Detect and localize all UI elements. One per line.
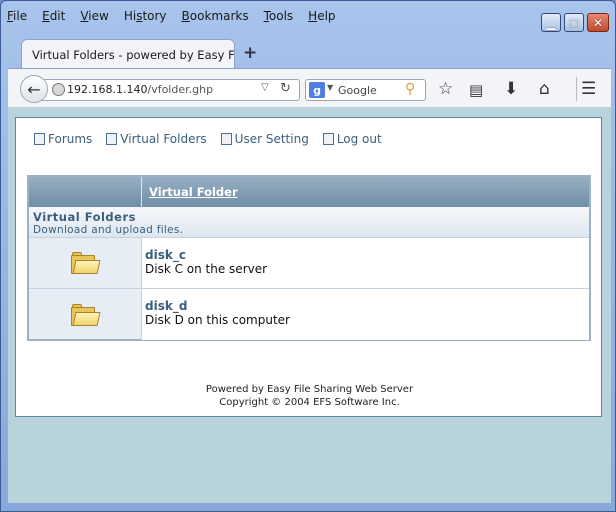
back-button[interactable]: ←	[20, 75, 48, 103]
home-icon[interactable]: ⌂	[539, 79, 550, 99]
close-button[interactable]: ✕	[587, 13, 609, 32]
row-text-cell: disk_c Disk C on the server	[142, 238, 589, 288]
folders-icon	[106, 133, 118, 145]
folder-link-disk-c[interactable]: disk_c	[145, 248, 589, 262]
page-panel: Forums Virtual Folders User Setting Log …	[15, 117, 602, 417]
url-dropdown-icon[interactable]: ▽	[261, 82, 269, 93]
table-row: disk_d Disk D on this computer	[29, 289, 589, 340]
virtual-folder-table: Virtual Folder Virtual Folders Download …	[27, 175, 591, 341]
globe-icon	[52, 83, 65, 96]
hamburger-menu-icon[interactable]: ☰	[581, 79, 596, 99]
magnifier-icon[interactable]: ⚲	[405, 81, 415, 97]
link-forums-label: Forums	[48, 132, 93, 146]
section-subtitle: Download and upload files.	[33, 224, 184, 236]
folder-icon-cell	[29, 289, 142, 340]
menu-view[interactable]: View	[80, 9, 108, 29]
link-virtual-folders-label: Virtual Folders	[120, 132, 207, 146]
menu-tools[interactable]: Tools	[264, 9, 294, 29]
user-icon	[220, 133, 232, 145]
folder-icon[interactable]	[71, 303, 101, 326]
menu-help[interactable]: Help	[308, 9, 335, 29]
top-links: Forums Virtual Folders User Setting Log …	[34, 132, 396, 146]
browser-tab[interactable]: Virtual Folders - powered by Easy File .…	[21, 39, 235, 69]
search-engine-dropdown-icon[interactable]: ▼	[327, 83, 333, 92]
close-icon: ✕	[592, 15, 604, 30]
bookmark-star-icon[interactable]: ☆	[438, 79, 453, 99]
forums-icon	[34, 133, 45, 145]
menu-file[interactable]: File	[7, 9, 27, 29]
footer-powered-by: Powered by Easy File Sharing Web Server	[205, 384, 414, 395]
folder-description: Disk C on the server	[145, 262, 268, 276]
url-host: 192.168.1.140	[67, 83, 148, 96]
search-placeholder: Google	[338, 84, 377, 97]
menu-bookmarks[interactable]: Bookmarks	[182, 9, 249, 29]
download-icon[interactable]: ⬇	[504, 79, 518, 99]
navigation-toolbar: ← 192.168.1.140/vfolder.ghp ▽ ↻ g ▼ Goog…	[8, 68, 611, 107]
toolbar-separator	[576, 77, 577, 101]
reload-icon[interactable]: ↻	[280, 81, 291, 96]
link-user-setting-label: User Setting	[234, 132, 309, 146]
browser-window: File Edit View History Bookmarks Tools H…	[0, 0, 616, 512]
bookmarks-list-icon[interactable]: ▤	[469, 81, 483, 99]
tab-title: Virtual Folders - powered by Easy File .…	[32, 48, 234, 62]
back-arrow-icon: ←	[27, 79, 41, 99]
menu-bar: File Edit View History Bookmarks Tools H…	[7, 9, 351, 29]
folder-description: Disk D on this computer	[145, 313, 290, 327]
url-bar[interactable]: 192.168.1.140/vfolder.ghp ▽ ↻	[38, 79, 300, 101]
google-icon[interactable]: g	[309, 82, 325, 98]
logout-icon	[322, 133, 334, 145]
url-path: /vfolder.ghp	[147, 83, 214, 96]
row-text-cell: disk_d Disk D on this computer	[142, 289, 589, 340]
link-user-setting[interactable]: User Setting	[220, 132, 309, 146]
header-icon-cell	[29, 177, 142, 207]
header-virtual-folder-link[interactable]: Virtual Folder	[142, 177, 238, 207]
folder-icon-cell	[29, 238, 142, 288]
menu-history[interactable]: History	[124, 9, 167, 29]
minimize-icon: ▁	[546, 15, 556, 30]
table-header: Virtual Folder	[29, 177, 589, 207]
footer-copyright: Copyright © 2004 EFS Software Inc.	[219, 397, 400, 408]
folder-link-disk-d[interactable]: disk_d	[145, 299, 589, 313]
link-forums[interactable]: Forums	[34, 132, 92, 146]
section-header: Virtual Folders Download and upload file…	[29, 207, 589, 238]
link-log-out[interactable]: Log out	[322, 132, 382, 146]
maximize-icon: ▢	[568, 15, 580, 30]
search-box[interactable]: g ▼ Google ⚲	[305, 79, 426, 101]
menu-edit[interactable]: Edit	[42, 9, 65, 29]
section-title: Virtual Folders	[33, 210, 136, 224]
maximize-button[interactable]: ▢	[564, 13, 584, 32]
minimize-button[interactable]: ▁	[541, 13, 561, 32]
folder-icon[interactable]	[71, 252, 101, 274]
new-tab-plus-icon[interactable]: +	[243, 43, 257, 63]
link-virtual-folders[interactable]: Virtual Folders	[106, 132, 207, 146]
link-log-out-label: Log out	[336, 132, 382, 146]
table-row: disk_c Disk C on the server	[29, 238, 589, 289]
page-footer: Powered by Easy File Sharing Web Server …	[16, 383, 603, 409]
